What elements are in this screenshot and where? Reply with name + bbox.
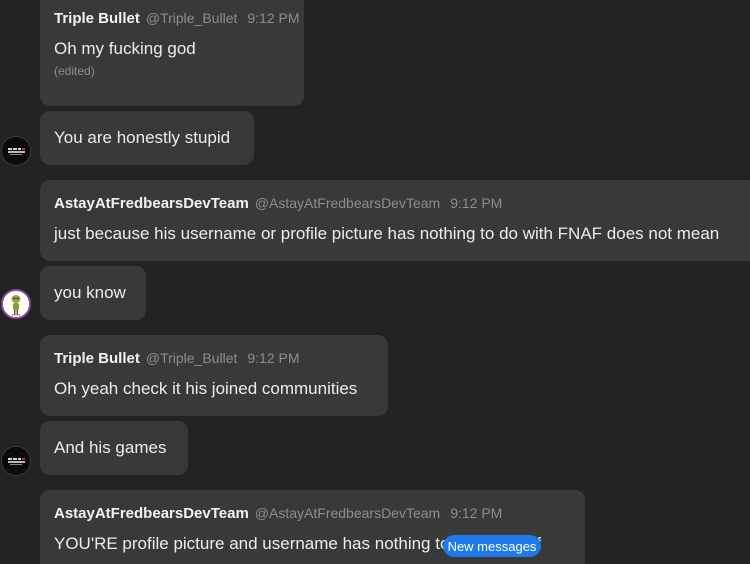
message-text: you know [54,283,126,302]
chat-message-list[interactable]: Triple Bullet @Triple_Bullet 9:12 PM Oh … [0,0,750,564]
avatar[interactable] [1,136,31,166]
author-handle[interactable]: @AstayAtFredbearsDevTeam [255,195,440,211]
author-name[interactable]: Triple Bullet [54,350,140,367]
author-handle[interactable]: @Triple_Bullet [146,10,238,26]
message-text: just because his username or profile pic… [54,224,720,243]
animatronic-figure-icon [3,291,29,317]
message-header: AstayAtFredbearsDevTeam @AstayAtFredbear… [54,195,750,215]
message-text: You are honestly stupid [54,128,231,147]
edited-label: (edited) [54,64,95,78]
message-timestamp: 9:12 PM [450,195,503,211]
message-text: Oh my fucking god [54,39,196,58]
message-header: Triple Bullet @Triple_Bullet 9:12 PM [54,350,374,370]
message-timestamp: 9:12 PM [247,350,300,366]
message-text: And his games [54,438,167,457]
message-bubble[interactable]: Triple Bullet @Triple_Bullet 9:12 PM Oh … [40,335,388,416]
author-handle[interactable]: @AstayAtFredbearsDevTeam [255,505,440,521]
avatar[interactable] [1,289,31,319]
message-timestamp: 9:12 PM [247,10,300,26]
message-timestamp: 9:12 PM [450,505,503,521]
author-handle[interactable]: @Triple_Bullet [146,350,238,366]
triple-bullet-logo-icon [2,447,30,475]
avatar[interactable] [1,446,31,476]
message-header: Triple Bullet @Triple_Bullet 9:12 PM [54,10,300,30]
author-name[interactable]: AstayAtFredbearsDevTeam [54,195,249,212]
message-header: AstayAtFredbearsDevTeam @AstayAtFredbear… [54,505,571,525]
message-bubble[interactable]: AstayAtFredbearsDevTeam @AstayAtFredbear… [40,180,750,261]
triple-bullet-logo-icon [2,137,30,165]
author-name[interactable]: AstayAtFredbearsDevTeam [54,505,249,522]
author-name[interactable]: Triple Bullet [54,10,140,27]
new-messages-button[interactable]: New messages [443,535,541,557]
message-bubble[interactable]: you know [40,266,146,320]
message-bubble[interactable]: Triple Bullet @Triple_Bullet 9:12 PM Oh … [40,0,304,106]
message-bubble[interactable]: You are honestly stupid [40,111,254,165]
message-text: Oh yeah check it his joined communities [54,379,358,398]
message-bubble[interactable]: And his games [40,421,188,475]
